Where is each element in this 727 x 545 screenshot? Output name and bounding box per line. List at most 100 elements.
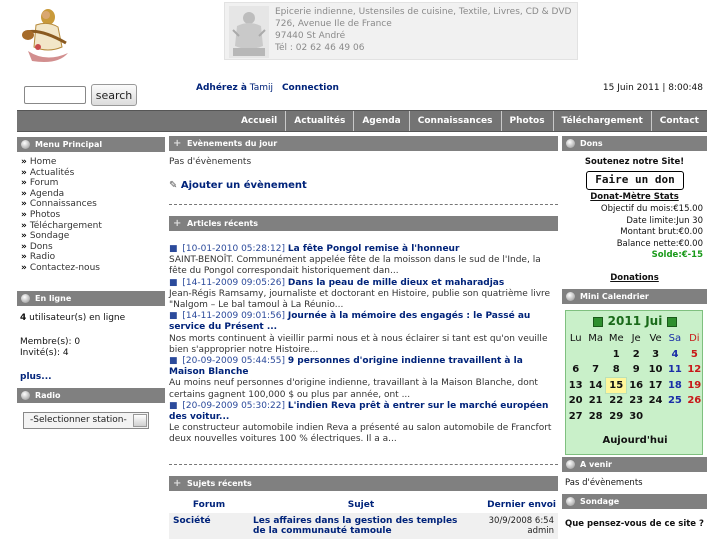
column-header: Sujet (347, 500, 375, 510)
online-header: En ligne (17, 291, 165, 306)
menu-header: Menu Principal (17, 137, 165, 152)
calendar-day[interactable]: 8 (606, 362, 627, 378)
article-title[interactable]: Dans la peau de mille dieux et maharadja… (288, 278, 504, 288)
menu-item[interactable]: » Téléchargement (21, 221, 102, 232)
prev-month-button[interactable] (593, 316, 604, 327)
bullet-icon (566, 139, 575, 148)
mini-calendar: 2011 Jui Lu Ma Me Je Ve Sa Di 1 2 3 4 5 … (565, 310, 703, 455)
stat-line: Date limite:Jun 30 (626, 215, 703, 226)
menu-item[interactable]: » Radio (21, 252, 102, 263)
nav-agenda[interactable]: Agenda (353, 111, 408, 131)
donation-meter-title[interactable]: Donat-Mètre Stats (562, 192, 707, 202)
calendar-day[interactable]: 19 (685, 378, 704, 394)
calendar-day[interactable]: 6 (566, 362, 585, 378)
weekday-label: Me (608, 333, 624, 345)
calendar-day[interactable]: 9 (626, 362, 645, 378)
saraswati-logo[interactable] (18, 3, 72, 67)
poll-header: Sondage (562, 494, 707, 509)
topic-subject[interactable]: Les affaires dans la gestion des temples… (249, 513, 473, 539)
donate-button[interactable]: Faire un don (586, 171, 684, 190)
join-link[interactable]: Adhérez à Tamij (196, 83, 273, 93)
nav-connaissances[interactable]: Connaissances (408, 111, 501, 131)
shop-line: Epicerie indienne, Ustensiles de cuisine… (275, 7, 572, 17)
calendar-day[interactable]: 2 (626, 347, 645, 363)
today-button[interactable]: Aujourd'hui (566, 435, 704, 446)
bullet-icon (566, 497, 575, 506)
calendar-day[interactable]: 25 (665, 393, 684, 409)
more-link[interactable]: plus... (20, 372, 52, 382)
calendar-day[interactable]: 13 (566, 378, 585, 394)
calendar-day[interactable]: 17 (646, 378, 665, 394)
calendar-day[interactable]: 21 (585, 393, 606, 409)
next-month-button[interactable] (666, 316, 677, 327)
menu-item[interactable]: » Sondage (21, 231, 102, 242)
column-header: Forum (192, 500, 226, 510)
weekday-label: Ve (649, 333, 662, 345)
articles-header: + Articles récents (169, 216, 558, 231)
calendar-day[interactable]: 29 (606, 409, 627, 425)
search-button[interactable]: search (91, 84, 137, 106)
article-item: ■ [14-11-2009 09:01:56] Journée à la mém… (169, 311, 558, 356)
menu-item[interactable]: » Contactez-nous (21, 263, 102, 274)
calendar-day[interactable]: 11 (665, 362, 684, 378)
topic-forum[interactable]: Société (169, 513, 249, 539)
menu-item[interactable]: » Dons (21, 242, 102, 253)
main-navbar: Accueil Actualités Agenda Connaissances … (17, 110, 707, 132)
nav-accueil[interactable]: Accueil (233, 111, 285, 131)
calendar-day[interactable]: 3 (646, 347, 665, 363)
nav-telechargement[interactable]: Téléchargement (552, 111, 651, 131)
topic-last-post: 30/9/2008 6:54 admin (473, 513, 558, 539)
calendar-day[interactable]: 5 (685, 347, 704, 363)
articles-list: ■ [10-01-2010 05:28:12] La fête Pongol r… (169, 244, 558, 446)
calendar-day[interactable]: 1 (606, 347, 627, 363)
calendar-day[interactable]: 27 (566, 409, 585, 425)
radio-station-select[interactable]: -Selectionner station- (23, 412, 149, 429)
nav-photos[interactable]: Photos (500, 111, 553, 131)
donations-link[interactable]: Donations (562, 273, 707, 283)
main-menu: » Home » Actualités » Forum » Agenda » Connai… (21, 157, 102, 274)
connection-link[interactable]: Connection (282, 83, 339, 93)
solde-line: Solde:€-15 (651, 250, 703, 260)
calendar-day[interactable]: 7 (585, 362, 606, 378)
calendar-day[interactable]: 24 (646, 393, 665, 409)
upcoming-header: A venir (562, 457, 707, 472)
calendar-day[interactable]: 28 (585, 409, 606, 425)
calendar-day[interactable]: 30 (626, 409, 645, 425)
weekday-label: Ma (588, 333, 604, 345)
calendar-day[interactable]: 22 (606, 393, 627, 409)
calendar-day[interactable]: 12 (685, 362, 704, 378)
calendar-day[interactable]: 10 (646, 362, 665, 378)
nav-contact[interactable]: Contact (650, 111, 707, 131)
radio-header: Radio (17, 388, 165, 403)
shop-banner[interactable]: Epicerie indienne, Ustensiles de cuisine… (224, 2, 578, 60)
menu-item[interactable]: » Home (21, 157, 102, 168)
menu-item[interactable]: » Connaissances (21, 199, 102, 210)
menu-item[interactable]: » Actualités (21, 168, 102, 179)
article-title[interactable]: La fête Pongol remise à l'honneur (288, 244, 460, 254)
calendar-day-today[interactable]: 15 (604, 376, 628, 394)
search-input[interactable] (24, 86, 86, 104)
calendar-day[interactable]: 18 (665, 378, 684, 394)
add-event-link[interactable]: ✎ Ajouter un évènement (169, 180, 558, 191)
bullet-icon (21, 294, 30, 303)
pencil-icon: ✎ (169, 180, 178, 191)
bullet-icon (566, 460, 575, 469)
calendar-day[interactable]: 4 (665, 347, 684, 363)
deity-image (229, 6, 269, 58)
menu-item[interactable]: » Forum (21, 178, 102, 189)
donation-stats: Objectif du mois:€15.00 Date limite:Jun … (562, 204, 703, 262)
nav-actualites[interactable]: Actualités (285, 111, 353, 131)
stat-line: Montant brut:€0.00 (620, 227, 703, 237)
menu-item[interactable]: » Photos (21, 210, 102, 221)
article-item: ■ [20-09-2009 05:44:55] 9 personnes d'or… (169, 356, 558, 401)
calendar-day[interactable]: 26 (685, 393, 704, 409)
divider (169, 204, 558, 205)
calendar-day[interactable]: 20 (566, 393, 585, 409)
menu-item[interactable]: » Agenda (21, 189, 102, 200)
article-item: ■ [20-09-2009 05:30:22] L'indien Reva pr… (169, 401, 558, 446)
calendar-day[interactable]: 16 (626, 378, 645, 394)
calendar-day[interactable]: 14 (585, 378, 606, 394)
calendar-day[interactable]: 23 (626, 393, 645, 409)
recent-topics-table: Forum Sujet Dernier envoi Société Les af… (169, 497, 558, 539)
weekday-label: Sa (668, 333, 682, 345)
